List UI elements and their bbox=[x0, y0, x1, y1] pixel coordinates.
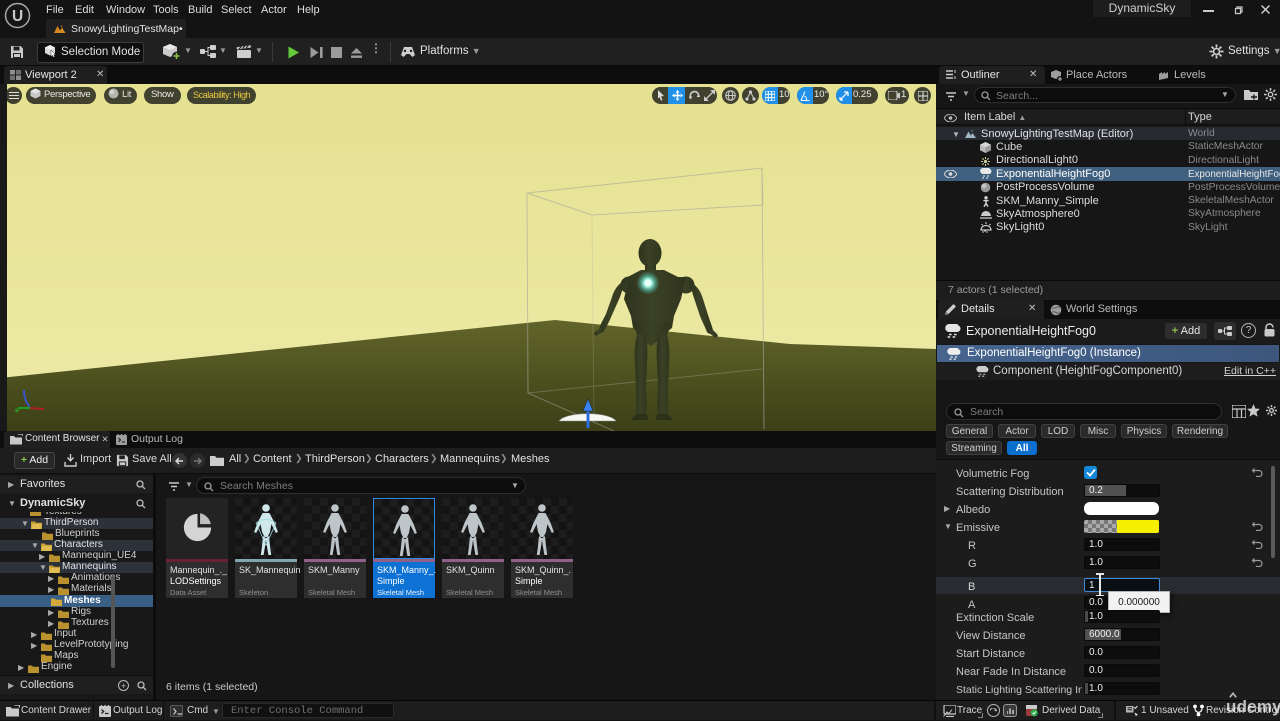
svg-text:U: U bbox=[12, 8, 23, 25]
svg-text:✳: ✳ bbox=[14, 407, 20, 415]
